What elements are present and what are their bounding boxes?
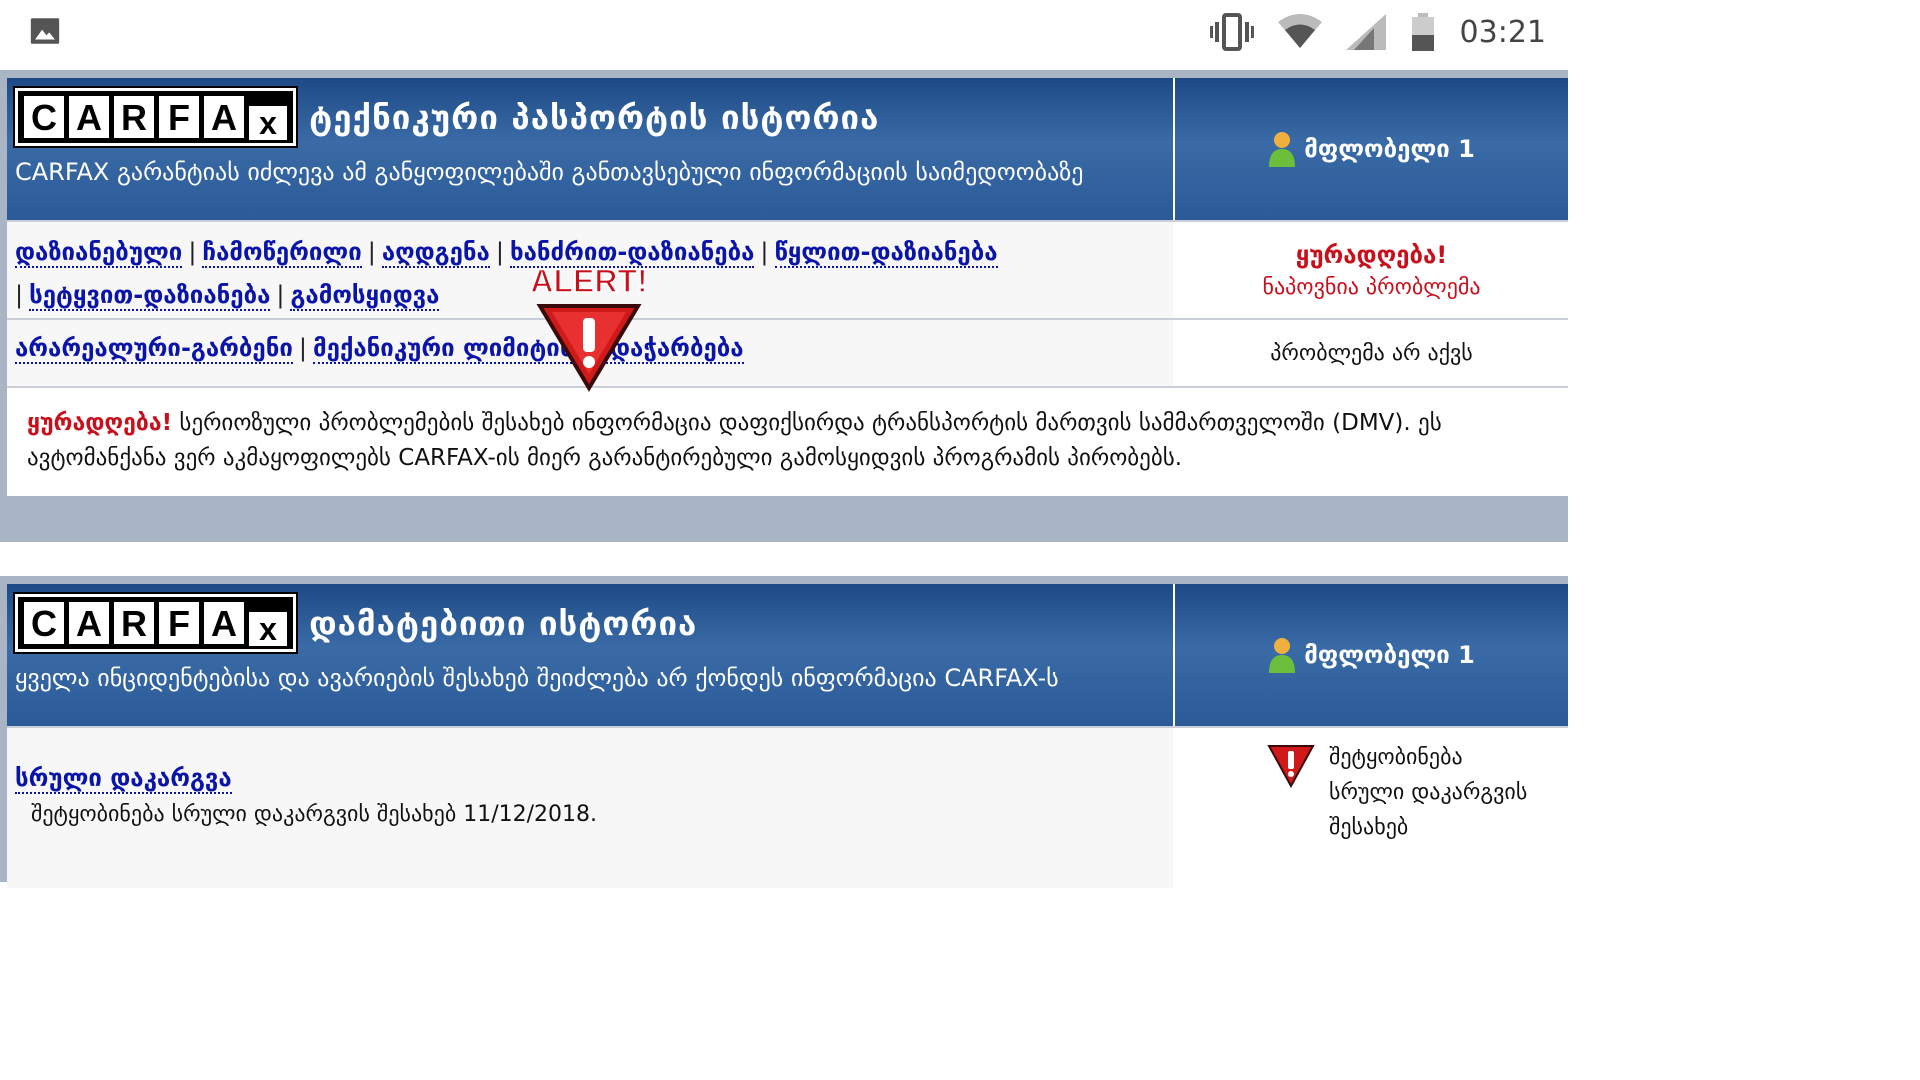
warning-subtitle: ნაპოვნია პრობლემა (1262, 274, 1481, 300)
additional-history-section: C A R F A x დამატებითი ისტორია ყველა ინც… (0, 576, 1568, 888)
link-exceeds-mechanical-limits[interactable]: მექანიკური ლიმიტის გადაჭარბება (312, 334, 744, 364)
carfax-logo: C A R F A x (13, 86, 298, 148)
no-problem-text: პრობლემა არ აქვს (1270, 340, 1473, 366)
total-loss-side-cell: შეტყობინება სრული დაკარგვის შესახებ (1175, 728, 1568, 888)
section-title: ტექნიკური პასპორტის ისტორია (309, 97, 880, 137)
section-subtitle: ყველა ინციდენტებისა და ავარიების შესახებ… (15, 664, 1059, 692)
owner-column-header: მფლობელი 1 (1175, 78, 1568, 220)
carfax-logo: C A R F A x (13, 592, 298, 654)
status-bar: 03:21 (0, 0, 1568, 66)
total-loss-description: შეტყობინება სრული დაკარგვის შესახებ 11/1… (31, 802, 597, 827)
clock: 03:21 (1459, 14, 1546, 50)
link-buyback[interactable]: გამოსყიდვა (290, 281, 440, 311)
owner-column-header: მფლობელი 1 (1175, 584, 1568, 726)
alert-triangle-icon: ALERT! (530, 262, 648, 392)
warning-triangle-icon (1267, 745, 1315, 788)
vehicle-registration-history-section: C A R F A x ტექნიკური პასპორტის ისტორია … (0, 70, 1568, 542)
problem-found-cell: ყურადღება! ნაპოვნია პრობლემა (1175, 222, 1568, 318)
battery-icon (1411, 13, 1434, 51)
image-icon (30, 18, 60, 44)
section-title: დამატებითი ისტორია (309, 603, 698, 643)
owner-label: მფლობელი 1 (1304, 641, 1475, 669)
section-subtitle: CARFAX გარანტიას იძლევა ამ განყოფილებაში… (15, 158, 1084, 186)
link-not-actual-mileage[interactable]: არარეალური-გარბენი (15, 334, 293, 364)
total-loss-row: სრული დაკარგვა შეტყობინება სრული დაკარგვ… (7, 728, 1173, 888)
alert-note: ყურადღება! სერიოზული პრობლემების შესახებ… (7, 386, 1568, 496)
alert-badge-text: ALERT! (530, 263, 647, 299)
alert-note-lead: ყურადღება! (27, 410, 173, 436)
owner-label: მფლობელი 1 (1304, 135, 1475, 163)
link-hail-damage[interactable]: სეტყვით-დაზიანება (29, 281, 271, 311)
section-header: C A R F A x დამატებითი ისტორია ყველა ინც… (7, 584, 1173, 726)
link-rebuilt[interactable]: აღდგენა (381, 238, 490, 268)
link-flood-damage[interactable]: წყლით-დაზიანება (774, 238, 998, 268)
warning-title: ყურადღება! (1295, 240, 1448, 269)
no-problem-cell: პრობლემა არ აქვს (1175, 320, 1568, 386)
link-salvage[interactable]: ჩამოწერილი (202, 238, 362, 268)
vibrate-icon (1209, 13, 1254, 51)
signal-icon (1345, 14, 1386, 50)
link-damaged[interactable]: დაზიანებული (15, 238, 183, 268)
wifi-icon (1277, 14, 1322, 48)
section-header: C A R F A x ტექნიკური პასპორტის ისტორია … (7, 78, 1173, 220)
person-icon (1269, 638, 1296, 673)
alert-note-body: სერიოზული პრობლემების შესახებ ინფორმაცია… (27, 410, 1442, 471)
person-icon (1269, 132, 1296, 167)
total-loss-side-text: შეტყობინება სრული დაკარგვის შესახებ (1329, 745, 1528, 840)
link-total-loss[interactable]: სრული დაკარგვა (15, 764, 232, 794)
